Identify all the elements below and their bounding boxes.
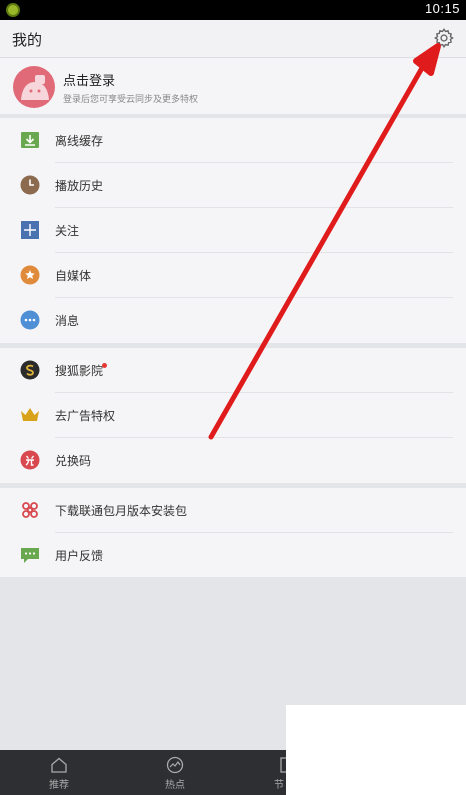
menu-item-label: 兑换码 bbox=[55, 454, 92, 468]
download-icon bbox=[21, 132, 39, 148]
redeem-icon bbox=[20, 450, 40, 470]
menu-item-feedback[interactable]: 用户反馈 bbox=[0, 533, 466, 578]
avatar-icon[interactable] bbox=[13, 66, 55, 108]
menu-item-label: 去广告特权 bbox=[55, 409, 116, 423]
menu-item-sohu-cinema[interactable]: 搜狐影院 bbox=[0, 348, 466, 393]
menu-item-redeem-code[interactable]: 兑换码 bbox=[0, 438, 466, 483]
menu-item-label: 播放历史 bbox=[55, 179, 104, 193]
message-dots-icon bbox=[20, 310, 40, 330]
menu-item-unicom-package[interactable]: 下载联通包月版本安装包 bbox=[0, 488, 466, 533]
status-time: 10:15 bbox=[424, 1, 460, 16]
menu-item-label: 下载联通包月版本安装包 bbox=[55, 504, 188, 518]
menu-item-label: 关注 bbox=[55, 224, 80, 238]
clock-icon bbox=[20, 175, 40, 195]
menu-item-label: 用户反馈 bbox=[55, 549, 104, 563]
crown-icon bbox=[21, 408, 39, 421]
tab-label: 推荐 bbox=[49, 780, 69, 791]
menu-item-offline-cache[interactable]: 离线缓存 bbox=[0, 118, 466, 163]
menu-group-services: 搜狐影院 去广告特权 兑换码 bbox=[0, 348, 466, 483]
tab-label: 热点 bbox=[165, 780, 185, 791]
feedback-icon bbox=[21, 548, 39, 563]
menu-item-we-media[interactable]: 自媒体 bbox=[0, 253, 466, 298]
page-title: 我的 bbox=[12, 31, 43, 49]
bottom-nav: 推荐 热点 节 bbox=[0, 750, 286, 795]
login-subtitle: 登录后您可享受云同步及更多特权 bbox=[63, 95, 199, 105]
tab-partial[interactable]: 节 bbox=[258, 750, 286, 795]
menu-item-follow[interactable]: 关注 bbox=[0, 208, 466, 253]
app-logo-icon bbox=[6, 3, 20, 17]
tab-hot[interactable]: 热点 bbox=[145, 750, 205, 795]
menu-group-other: 下载联通包月版本安装包 用户反馈 bbox=[0, 488, 466, 577]
menu-item-label: 自媒体 bbox=[55, 269, 92, 283]
unicom-knot-icon bbox=[22, 502, 38, 518]
login-title[interactable]: 点击登录 bbox=[63, 70, 115, 89]
status-bar: 10:15 bbox=[0, 0, 466, 20]
star-icon bbox=[20, 265, 40, 285]
menu-item-label: 搜狐影院 bbox=[55, 364, 104, 378]
menu-item-play-history[interactable]: 播放历史 bbox=[0, 163, 466, 208]
header: 我的 bbox=[0, 20, 466, 58]
plus-icon bbox=[21, 221, 39, 239]
menu-item-messages[interactable]: 消息 bbox=[0, 298, 466, 343]
new-badge-dot bbox=[102, 363, 107, 368]
tab-recommend[interactable]: 推荐 bbox=[29, 750, 89, 795]
partial-tab-icon bbox=[280, 757, 286, 773]
menu-item-label: 消息 bbox=[55, 314, 80, 328]
gear-icon[interactable] bbox=[433, 27, 455, 49]
hot-icon bbox=[166, 756, 184, 774]
blank-overlay bbox=[286, 705, 466, 795]
menu-item-ad-free[interactable]: 去广告特权 bbox=[0, 393, 466, 438]
tab-label: 节 bbox=[274, 780, 284, 791]
menu-group-primary: 离线缓存 播放历史 关注 自媒体 消息 bbox=[0, 118, 466, 343]
login-card[interactable]: 点击登录 登录后您可享受云同步及更多特权 bbox=[0, 58, 466, 114]
home-icon bbox=[51, 757, 67, 773]
cinema-icon bbox=[20, 360, 40, 380]
menu-item-label: 离线缓存 bbox=[55, 134, 104, 148]
